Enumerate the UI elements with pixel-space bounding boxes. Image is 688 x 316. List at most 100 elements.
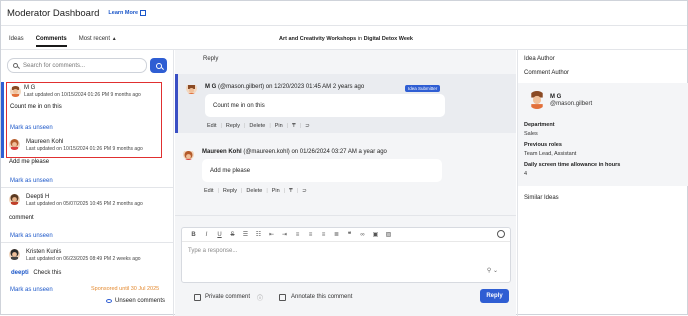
avatar <box>528 91 546 109</box>
align-center-icon[interactable]: ≡ <box>307 232 314 238</box>
mention-icon[interactable]: ⚲ ⌄ <box>487 267 498 274</box>
annotate-label: Annotate this comment <box>291 294 353 300</box>
sponsored-label: Sponsored until 30 Jul 2025 <box>91 286 160 292</box>
page-title: Moderator Dashboard <box>7 7 100 19</box>
tab-ideas[interactable]: Ideas <box>9 36 24 47</box>
reply-placeholder: Type a response... <box>188 248 238 254</box>
comment-time: on 01/26/2024 03:27 AM a year ago <box>291 149 387 155</box>
author-name: Kristen Kunis <box>26 249 62 255</box>
search-button[interactable] <box>150 58 167 73</box>
align-left-icon[interactable]: ≡ <box>294 232 301 238</box>
pin-icon[interactable]: ₸ <box>292 123 296 129</box>
divider <box>175 215 516 216</box>
pin-button[interactable]: Pin <box>272 188 280 194</box>
indent-icon[interactable]: ⇥ <box>281 231 288 238</box>
similar-ideas-heading: Similar Ideas <box>524 195 559 201</box>
idea-submitter-badge: Idea Submitter <box>405 85 441 92</box>
search-input[interactable]: Search for comments... <box>7 58 147 73</box>
comment-meta: M G (@mason.gilbert) on 12/20/2023 01:45… <box>205 84 364 90</box>
comment-actions: Edit | Reply | Delete | Pin | ₸ | ⊃ <box>204 188 307 194</box>
tab-bar: Ideas Comments Most recent ▲ <box>9 36 129 47</box>
reply-button[interactable]: Reply <box>226 123 240 129</box>
edit-button[interactable]: Edit <box>204 188 213 194</box>
mark-unseen-link[interactable]: Mark as unseen <box>10 287 53 293</box>
annotate-icon[interactable]: ⊃ <box>302 188 307 194</box>
emoji-icon[interactable] <box>497 230 505 238</box>
strikethrough-icon[interactable]: S <box>229 232 236 238</box>
private-checkbox[interactable] <box>194 294 201 301</box>
comment-handle: (@maureen.kohl) <box>243 149 290 155</box>
sort-dropdown[interactable]: Most recent ▲ <box>79 36 117 47</box>
unseen-label: Unseen comments <box>115 298 166 304</box>
comment-author-heading: Comment Author <box>524 70 570 76</box>
annotate-checkbox[interactable] <box>279 294 286 301</box>
reply-editor[interactable]: B I U S ☰ ☷ ⇤ ⇥ ≡ ≡ ≡ ≣ ❝ ∞ ▣ ▨ Type a r… <box>181 227 511 283</box>
department-label: Department <box>524 122 555 128</box>
reply-submit-button[interactable]: Reply <box>480 289 509 303</box>
last-updated: Last updated on 06/23/2025 08:49 PM 2 we… <box>26 256 141 262</box>
bold-icon[interactable]: B <box>190 232 197 238</box>
comment-body: Add me please <box>202 159 442 182</box>
comment-preview: Count me in on this <box>10 104 62 110</box>
mark-unseen-link[interactable]: Mark as unseen <box>10 233 53 239</box>
mark-unseen-link[interactable]: Mark as unseen <box>10 125 53 131</box>
image-icon[interactable]: ▨ <box>385 231 392 238</box>
edit-button[interactable]: Edit <box>207 123 216 129</box>
reply-options: Private comment ⓘ Annotate this comment <box>181 290 511 306</box>
align-right-icon[interactable]: ≡ <box>320 232 327 238</box>
video-icon[interactable]: ▣ <box>372 231 379 238</box>
reply-button[interactable]: Reply <box>223 188 237 194</box>
info-icon: ⓘ <box>257 296 264 302</box>
divider <box>1 187 174 188</box>
pin-icon[interactable]: ₸ <box>289 188 293 194</box>
idea-breadcrumb: Art and Creativity Workshops in Digital … <box>279 36 413 42</box>
author-name: Maureen Kohl <box>26 139 64 145</box>
link-icon[interactable]: ∞ <box>359 232 366 238</box>
avatar <box>9 139 20 150</box>
underline-icon[interactable]: U <box>216 232 223 238</box>
comment-author-card: M G @mason.gilbert Department Sales Prev… <box>518 83 688 186</box>
tab-comments[interactable]: Comments <box>36 36 67 47</box>
italic-icon[interactable]: I <box>203 232 210 238</box>
pin-button[interactable]: Pin <box>275 123 283 129</box>
justify-icon[interactable]: ≣ <box>333 231 340 238</box>
comment-author: Maureen Kohl <box>202 149 242 155</box>
learn-more-link[interactable]: Learn More <box>108 10 147 16</box>
avatar <box>9 194 20 205</box>
quote-icon[interactable]: ❝ <box>346 231 353 238</box>
mark-unseen-link[interactable]: Mark as unseen <box>10 178 53 184</box>
annotate-icon[interactable]: ⊃ <box>305 123 310 129</box>
crumb-in: in <box>357 36 363 42</box>
bullet-list-icon[interactable]: ☰ <box>242 231 249 238</box>
page-header: Moderator Dashboard Learn More <box>1 1 687 26</box>
thread-comment: Maureen Kohl (@maureen.kohl) on 01/26/20… <box>175 143 516 205</box>
comment-handle: (@mason.gilbert) <box>218 84 265 90</box>
group-title[interactable]: Digital Detox Week <box>364 36 413 42</box>
comment-list-panel: Search for comments... M G Last updated … <box>1 50 174 316</box>
similar-ideas-section: Similar Ideas <box>518 195 688 201</box>
last-updated: Last updated on 05/07/2025 10:45 PM 2 mo… <box>26 201 143 207</box>
eye-off-icon <box>106 299 112 303</box>
department-value: Sales <box>524 130 538 137</box>
outdent-icon[interactable]: ⇤ <box>268 231 275 238</box>
comment-preview: Check this <box>33 270 62 276</box>
last-updated: Last updated on 10/15/2024 01:26 PM 9 mo… <box>26 146 143 152</box>
avatar <box>186 83 197 94</box>
idea-title[interactable]: Art and Creativity Workshops <box>279 36 356 42</box>
delete-button[interactable]: Delete <box>246 188 262 194</box>
format-toolbar: B I U S ☰ ☷ ⇤ ⇥ ≡ ≡ ≡ ≣ ❝ ∞ ▣ ▨ <box>182 228 510 242</box>
app-frame: Moderator Dashboard Learn More Ideas Com… <box>0 0 688 316</box>
selected-indicator <box>1 82 4 158</box>
comment-body: Count me in on this <box>205 94 445 117</box>
comment-actions: Edit | Reply | Delete | Pin | ₸ | ⊃ <box>207 123 310 129</box>
numbered-list-icon[interactable]: ☷ <box>255 231 262 238</box>
comment-time: on 12/20/2023 01:45 AM 2 years ago <box>265 84 365 90</box>
mention-tag[interactable]: deepti <box>11 270 29 276</box>
avatar <box>10 86 21 97</box>
comment-author-section: Comment Author <box>518 70 688 76</box>
delete-button[interactable]: Delete <box>249 123 265 129</box>
private-label: Private comment <box>205 294 251 300</box>
author-handle: @mason.gilbert <box>550 101 593 107</box>
comment-preview: comment <box>9 215 34 221</box>
unseen-comments-toggle[interactable]: Unseen comments <box>106 298 165 304</box>
